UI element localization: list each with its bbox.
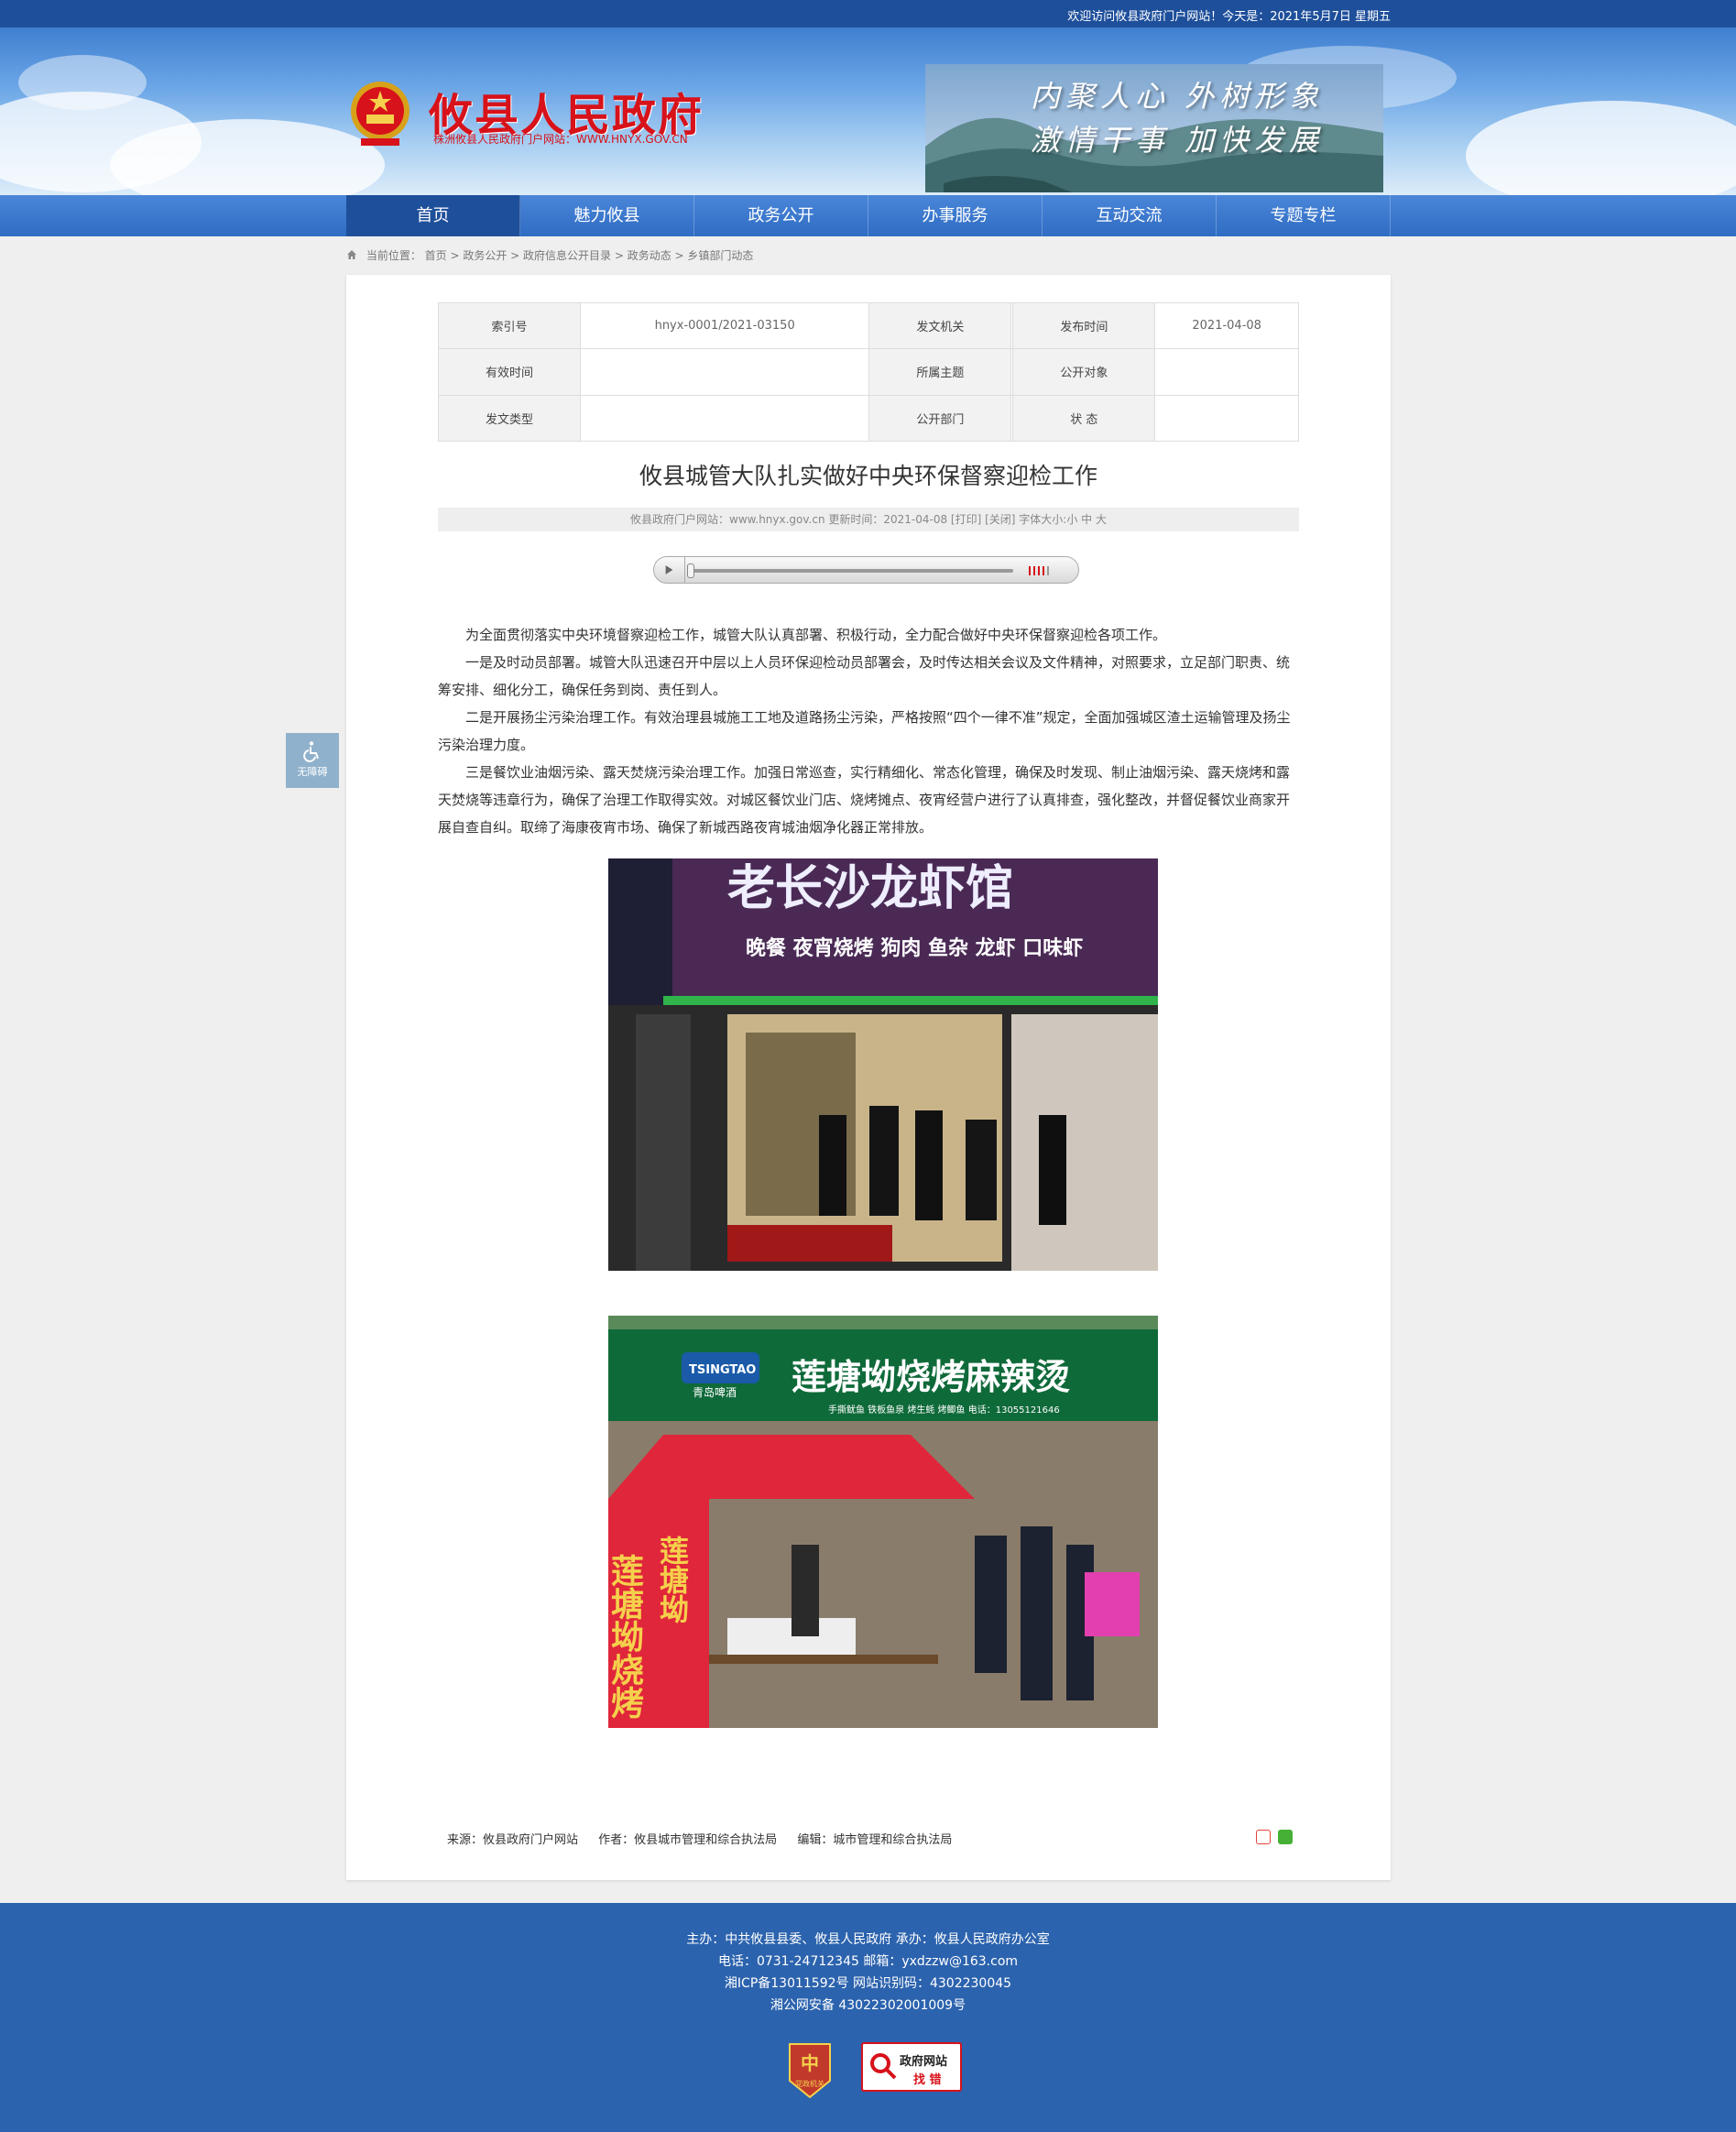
article-body: 为全面贯彻落实中央环境督察迎检工作，城管大队认真部署、积极行动，全力配合做好中央… — [438, 621, 1299, 841]
nav-item-home[interactable]: 首页 — [346, 195, 520, 236]
gov-site-report-badge[interactable]: 政府网站 找 错 — [861, 2042, 962, 2092]
article-info-bar[interactable]: 攸县政府门户网站：www.hnyx.gov.cn 更新时间：2021-04-08… — [438, 508, 1299, 531]
breadcrumb: 当前位置： 首页 > 政务公开 > 政府信息公开目录 > 政务动态 > 乡镇部门… — [346, 247, 753, 263]
stall-phone-text: 手撕鱿鱼 铁板鱼泉 烤生蚝 烤鲫鱼 电话：13055121646 — [828, 1404, 1060, 1416]
nav-item-topics[interactable]: 专题专栏 — [1217, 195, 1391, 236]
info-meta-table: 索引号 hnyx-0001/2021-03150 发文机关 发布时间 2021-… — [438, 301, 1299, 443]
nav-item-interaction[interactable]: 互动交流 — [1043, 195, 1217, 236]
play-icon[interactable] — [654, 557, 685, 583]
meta-key: 索引号 — [438, 301, 581, 350]
meta-key: 状 态 — [1012, 394, 1156, 443]
welcome-text: 欢迎访问攸县政府门户网站！今天是：2021年5月7日 星期五 — [1067, 10, 1391, 24]
article-photo-restaurant: 老长沙龙虾馆 晚餐 夜宵烧烤 狗肉 鱼杂 龙虾 口味虾 — [608, 858, 1158, 1271]
nav-item-charm[interactable]: 魅力攸县 — [520, 195, 694, 236]
meta-value — [1154, 394, 1299, 443]
meta-key: 发布时间 — [1012, 301, 1156, 350]
vertical-banner-text-2: 莲塘坳 — [655, 1536, 690, 1624]
site-subtitle: 株洲攸县人民政府门户网站：WWW.HNYX.GOV.CN — [433, 133, 688, 146]
article-paragraph: 一是及时动员部署。城管大队迅速召开中层以上人员环保迎检动员部署会，及时传达相关会… — [438, 654, 1291, 698]
breadcrumb-path[interactable]: 首页 > 政务公开 > 政府信息公开目录 > 政务动态 > 乡镇部门动态 — [425, 249, 754, 262]
magnifier-icon — [870, 2053, 897, 2080]
stall-sign-text: 莲塘坳烧烤麻辣烫 — [792, 1356, 1070, 1397]
footer-organizer: 主办：中共攸县县委、攸县人民政府 承办：攸县人民政府办公室 — [686, 1932, 1050, 1947]
breadcrumb-prefix: 当前位置： — [366, 249, 421, 262]
share-weibo-icon[interactable] — [1256, 1830, 1271, 1844]
article-title: 攸县城管大队扎实做好中央环保督察迎检工作 — [639, 463, 1097, 489]
meta-key: 所属主题 — [868, 348, 1012, 396]
svg-text:中: 中 — [801, 2052, 819, 2074]
article-paragraph: 为全面贯彻落实中央环境督察迎检工作，城管大队认真部署、积极行动，全力配合做好中央… — [465, 627, 1167, 643]
table-row: 索引号 hnyx-0001/2021-03150 发文机关 发布时间 2021-… — [438, 301, 1299, 350]
meta-value: 2021-04-08 — [1154, 301, 1299, 350]
footer-police-record[interactable]: 湘公网安备 43022302001009号 — [0, 1995, 1736, 2014]
article-author: 作者：攸县城市管理和综合执法局 — [598, 1833, 778, 1847]
meta-key: 发文类型 — [438, 394, 581, 443]
brand-cn-text: 青岛啤酒 — [693, 1385, 737, 1399]
nav-item-gov-affairs[interactable]: 政务公开 — [694, 195, 868, 236]
badge2-line1: 政府网站 — [900, 2055, 948, 2069]
article-photo-bbq-stall: TSINGTAO 青岛啤酒 莲塘坳烧烤麻辣烫 手撕鱿鱼 铁板鱼泉 烤生蚝 烤鲫鱼… — [608, 1316, 1158, 1728]
content-panel: 索引号 hnyx-0001/2021-03150 发文机关 发布时间 2021-… — [346, 275, 1391, 1880]
article-paragraph: 二是开展扬尘污染治理工作。有效治理县城施工工地及道路扬尘污染，严格按照“四个一律… — [438, 709, 1291, 753]
audio-player — [653, 556, 1079, 584]
brand-text: TSINGTAO — [689, 1363, 756, 1377]
accessibility-label: 无障碍 — [297, 766, 328, 778]
meta-key: 公开部门 — [868, 394, 1012, 443]
national-emblem-icon — [351, 82, 409, 146]
nav-item-services[interactable]: 办事服务 — [868, 195, 1043, 236]
accessibility-button[interactable]: 无障碍 — [286, 733, 339, 788]
sign-strip-text: 晚餐 夜宵烧烤 狗肉 鱼杂 龙虾 口味虾 — [746, 936, 1083, 960]
article-editor: 编辑：城市管理和综合执法局 — [797, 1833, 953, 1847]
audio-progress-handle[interactable] — [687, 563, 694, 578]
footer-icp[interactable]: 湘ICP备13011592号 网站识别码：4302230045 — [0, 1973, 1736, 1992]
article-source: 来源：攸县政府门户网站 — [447, 1833, 579, 1847]
footer-contact: 电话：0731-24712345 邮箱：yxdzzw@163.com — [717, 1954, 1019, 1969]
vertical-banner-text: 莲塘坳烧烤 — [608, 1554, 644, 1719]
slogan-line-1: 内聚人心 外树形象 — [1031, 79, 1325, 114]
meta-value — [579, 394, 870, 443]
main-nav: 首页 魅力攸县 政务公开 办事服务 互动交流 专题专栏 — [0, 195, 1736, 236]
top-bar: 欢迎访问攸县政府门户网站！今天是：2021年5月7日 星期五 — [0, 0, 1736, 27]
article-paragraph: 三是餐饮业油烟污染、露天焚烧污染治理工作。加强日常巡查，实行精细化、常态化管理，… — [438, 764, 1291, 836]
home-icon — [347, 250, 356, 259]
party-gov-badge-icon[interactable]: 中 党政机关 — [786, 2040, 834, 2099]
meta-value: hnyx-0001/2021-03150 — [579, 301, 870, 350]
header-banner: 攸县人民政府 株洲攸县人民政府门户网站：WWW.HNYX.GOV.CN 内聚人心… — [0, 27, 1736, 195]
volume-icon[interactable] — [1028, 564, 1052, 577]
table-row: 发文类型 公开部门 状 态 — [438, 394, 1299, 443]
slogan-line-2: 激情干事 加快发展 — [1031, 123, 1325, 158]
share-wechat-icon[interactable] — [1278, 1830, 1293, 1844]
article-footer-meta: 来源：攸县政府门户网站 作者：攸县城市管理和综合执法局 编辑：城市管理和综合执法… — [447, 1830, 968, 1847]
wheelchair-icon — [303, 741, 319, 762]
meta-key: 公开对象 — [1012, 348, 1156, 396]
badge1-label: 党政机关 — [795, 2079, 824, 2088]
sign-text: 老长沙龙虾馆 — [727, 860, 1013, 916]
badge2-line2: 找 错 — [913, 2073, 942, 2087]
meta-key: 有效时间 — [438, 348, 581, 396]
table-row: 有效时间 所属主题 公开对象 — [438, 348, 1299, 396]
meta-value — [1154, 348, 1299, 396]
audio-progress-track[interactable] — [691, 569, 1013, 573]
site-footer: 主办：中共攸县县委、攸县人民政府 承办：攸县人民政府办公室 电话：0731-24… — [0, 1903, 1736, 2132]
meta-value — [579, 348, 870, 396]
meta-key: 发文机关 — [868, 301, 1012, 350]
